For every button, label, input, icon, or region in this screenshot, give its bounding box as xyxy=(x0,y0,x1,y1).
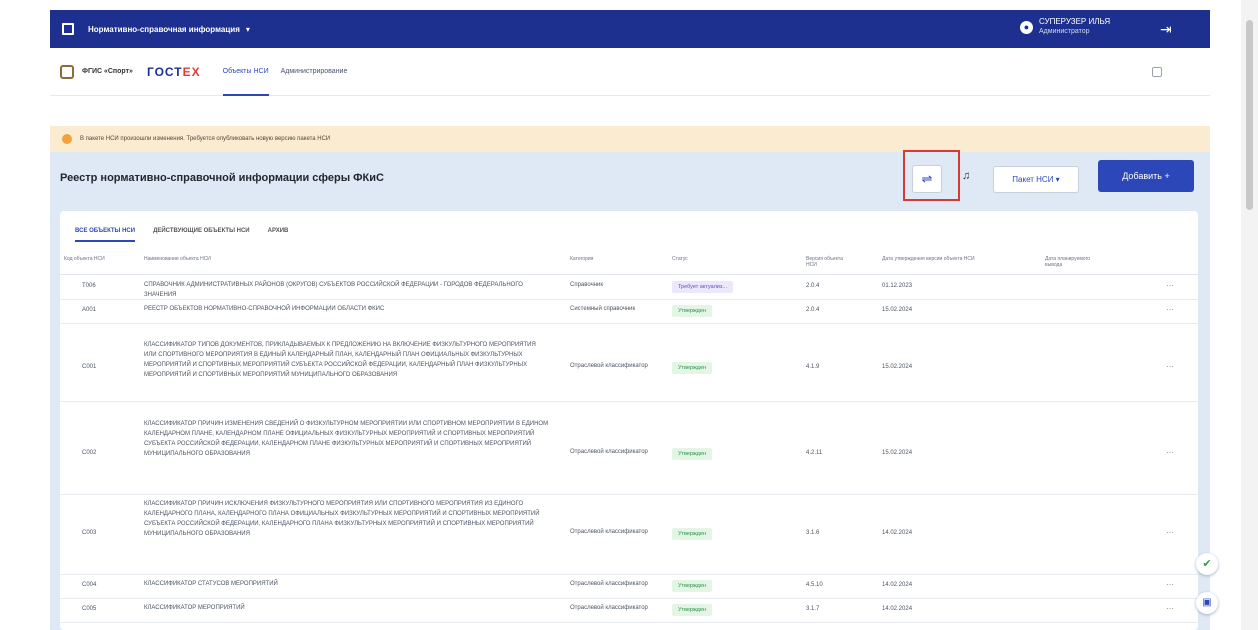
table-row[interactable]: С005 КЛАССИФИКАТОР МЕРОПРИЯТИЙ Отраслевой … xyxy=(60,599,1198,623)
row-code: С002 xyxy=(82,450,97,456)
row-code: А001 xyxy=(82,307,97,313)
highlight-box xyxy=(903,150,960,201)
row-category: Отраслевой классификатор xyxy=(570,529,648,535)
status-badge: Утвержден xyxy=(672,580,712,592)
image-icon[interactable]: ▣ xyxy=(1196,592,1218,614)
table-row[interactable]: С002 КЛАССИФИКАТОР ПРИЧИН ИЗМЕНЕНИЯ СВЕДЕ… xyxy=(60,415,1198,495)
more-icon[interactable]: ··· xyxy=(1166,281,1174,290)
status-badge: Утвержден xyxy=(672,528,712,540)
warning-text: В пакете НСИ произошли изменения. Требуе… xyxy=(80,136,331,142)
page-title: Реестр нормативно-справочной информации … xyxy=(60,172,384,184)
more-icon[interactable]: ··· xyxy=(1166,604,1174,613)
row-code: С001 xyxy=(82,364,97,370)
row-name[interactable]: КЛАССИФИКАТОР СТАТУСОВ МЕРОПРИЯТИЙ xyxy=(144,579,549,589)
nav-bar: ФГИС «Спорт» ГОСТЕХ Объекты НСИ Админист… xyxy=(50,48,1210,96)
tab-all-objects[interactable]: ВСЕ ОБЪЕКТЫ НСИ xyxy=(75,228,136,242)
org-name: ФГИС «Спорт» xyxy=(82,68,133,75)
grid-menu-icon[interactable] xyxy=(62,23,74,35)
status-badge: Утвержден xyxy=(672,362,712,374)
tab-active-objects[interactable]: ДЕЙСТВУЮЩИЕ ОБЪЕКТЫ НСИ xyxy=(153,228,250,242)
table-row[interactable]: А001 РЕЕСТР ОБЪЕКТОВ НОРМАТИВНО-СПРАВОЧНО… xyxy=(60,300,1198,324)
emblem-icon xyxy=(60,64,74,79)
status-badge: Утвержден xyxy=(672,448,712,460)
check-icon[interactable]: ✔ xyxy=(1196,553,1218,575)
status-badge: Требует актуализ... xyxy=(672,281,733,293)
row-code: С003 xyxy=(82,530,97,536)
header-code[interactable]: Код объекта НСИ xyxy=(64,256,114,262)
row-date: 14.02.2024 xyxy=(882,606,913,612)
tab-archive[interactable]: АРХИВ xyxy=(268,228,289,242)
header-approval-date[interactable]: Дата утверждения версии объекта НСИ xyxy=(882,256,977,262)
user-profile[interactable]: ● СУПЕРУЗЕР ИЛЬЯ Администратор xyxy=(1020,17,1110,37)
tab-objects[interactable]: Объекты НСИ xyxy=(222,48,269,96)
row-date: 15.02.2024 xyxy=(882,364,913,370)
add-button[interactable]: Добавить + xyxy=(1098,160,1194,192)
status-badge: Утвержден xyxy=(672,604,712,616)
warning-icon xyxy=(62,134,72,144)
row-category: Системный справочник xyxy=(570,306,636,312)
row-version: 4.1.9 xyxy=(806,364,820,370)
row-code: С004 xyxy=(82,582,97,588)
row-category: Отраслевой классификатор xyxy=(570,449,648,455)
row-code: Т006 xyxy=(82,283,96,289)
logout-icon[interactable]: ⇥ xyxy=(1160,21,1172,38)
scrollbar-thumb[interactable] xyxy=(1246,20,1253,210)
row-name[interactable]: КЛАССИФИКАТОР ПРИЧИН ИСКЛЮЧЕНИЯ ФИЗКУЛЬТ… xyxy=(144,499,549,539)
header-version[interactable]: Версия объекта НСИ xyxy=(806,256,851,268)
row-name[interactable]: РЕЕСТР ОБЪЕКТОВ НОРМАТИВНО-СПРАВОЧНОЙ ИН… xyxy=(144,304,549,314)
row-name[interactable]: СПРАВОЧНИК АДМИНИСТРАТИВНЫХ РАЙОНОВ (ОКР… xyxy=(144,280,549,300)
paket-dropdown[interactable]: Пакет НСИ ▾ xyxy=(993,166,1079,193)
chevron-down-icon[interactable]: ▾ xyxy=(246,25,250,34)
row-name[interactable]: КЛАССИФИКАТОР ПРИЧИН ИЗМЕНЕНИЯ СВЕДЕНИЙ … xyxy=(144,419,549,459)
table-row[interactable]: С001 КЛАССИФИКАТОР ТИПОВ ДОКУМЕНТОВ, ПРИК… xyxy=(60,336,1198,402)
row-date: 15.02.2024 xyxy=(882,307,913,313)
header-planned-date[interactable]: Дата планируемого вывода xyxy=(1045,256,1105,268)
header-status[interactable]: Статус xyxy=(672,256,688,262)
row-category: Отраслевой классификатор xyxy=(570,581,648,587)
app-title[interactable]: Нормативно-справочная информация xyxy=(88,25,240,34)
bell-icon[interactable]: ♫ xyxy=(962,170,970,182)
row-category: Справочник xyxy=(570,282,603,288)
table-row[interactable]: Т006 СПРАВОЧНИК АДМИНИСТРАТИВНЫХ РАЙОНОВ … xyxy=(60,276,1198,300)
row-category: Отраслевой классификатор xyxy=(570,363,648,369)
user-icon: ● xyxy=(1020,20,1033,34)
table-row[interactable]: С003 КЛАССИФИКАТОР ПРИЧИН ИСКЛЮЧЕНИЯ ФИЗК… xyxy=(60,495,1198,575)
more-icon[interactable]: ··· xyxy=(1166,305,1174,314)
more-icon[interactable]: ··· xyxy=(1166,528,1174,537)
header-name[interactable]: Наименование объекта НСИ xyxy=(144,256,211,262)
row-date: 01.12.2023 xyxy=(882,283,913,289)
row-version: 4.5.10 xyxy=(806,582,823,588)
top-bar: Нормативно-справочная информация ▾ ● СУП… xyxy=(50,10,1210,48)
row-version: 2.0.4 xyxy=(806,307,820,313)
header-category[interactable]: Категория xyxy=(570,256,593,262)
row-date: 15.02.2024 xyxy=(882,450,913,456)
more-icon[interactable]: ··· xyxy=(1166,580,1174,589)
status-badge: Утвержден xyxy=(672,305,712,317)
row-version: 3.1.7 xyxy=(806,606,820,612)
row-version: 2.0.4 xyxy=(806,283,820,289)
row-code: С005 xyxy=(82,606,97,612)
table-header: Код объекта НСИ Наименование объекта НСИ… xyxy=(60,251,1198,275)
tab-admin[interactable]: Администрирование xyxy=(281,48,348,96)
warning-banner: В пакете НСИ произошли изменения. Требуе… xyxy=(50,126,1210,152)
scrollbar[interactable] xyxy=(1241,0,1258,630)
registry-tabs: ВСЕ ОБЪЕКТЫ НСИ ДЕЙСТВУЮЩИЕ ОБЪЕКТЫ НСИ … xyxy=(75,228,306,242)
row-name[interactable]: КЛАССИФИКАТОР ТИПОВ ДОКУМЕНТОВ, ПРИКЛАДЫ… xyxy=(144,340,549,380)
gostex-logo: ГОСТЕХ xyxy=(146,64,201,79)
row-name[interactable]: КЛАССИФИКАТОР МЕРОПРИЯТИЙ xyxy=(144,603,549,613)
panel-icon[interactable] xyxy=(1152,67,1162,77)
more-icon[interactable]: ··· xyxy=(1166,362,1174,371)
more-icon[interactable]: ··· xyxy=(1166,448,1174,457)
user-name: СУПЕРУЗЕР ИЛЬЯ xyxy=(1039,17,1111,26)
user-role: Администратор xyxy=(1039,28,1090,35)
row-version: 4.2.11 xyxy=(806,450,823,456)
table-row[interactable]: С004 КЛАССИФИКАТОР СТАТУСОВ МЕРОПРИЯТИЙ От… xyxy=(60,575,1198,599)
row-date: 14.02.2024 xyxy=(882,582,913,588)
row-category: Отраслевой классификатор xyxy=(570,605,648,611)
row-version: 3.1.6 xyxy=(806,530,820,536)
row-date: 14.02.2024 xyxy=(882,530,913,536)
